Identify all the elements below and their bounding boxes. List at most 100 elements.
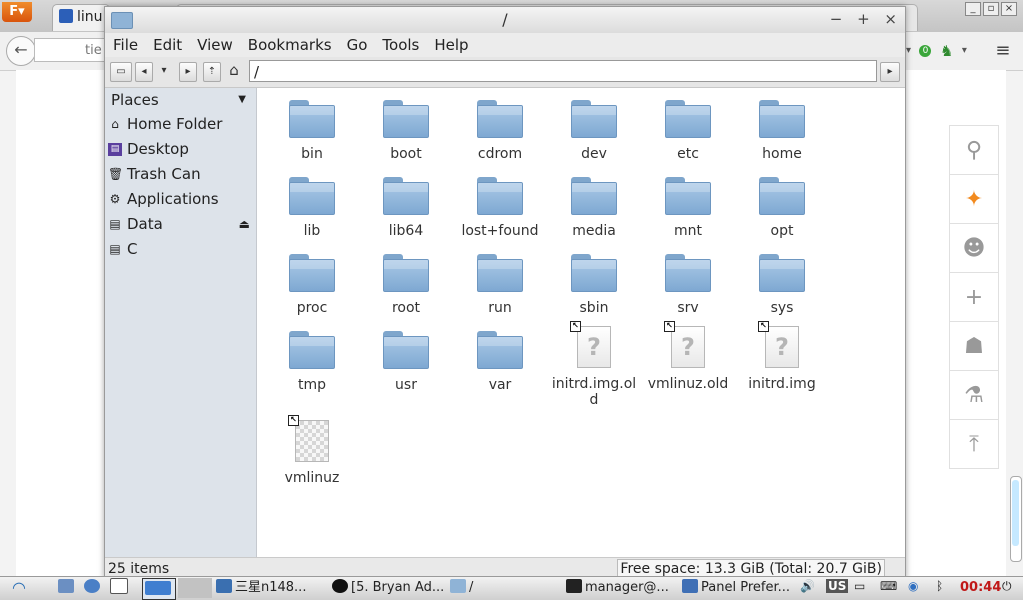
menu-help[interactable]: Help [426, 33, 475, 55]
window-switcher-icon[interactable] [110, 578, 132, 598]
task-file-manager[interactable]: / [450, 578, 560, 598]
hamburger-menu-icon[interactable]: ≡ [995, 40, 1010, 61]
file-item-mnt[interactable]: mnt [641, 177, 735, 239]
sidebar-item-home-folder[interactable]: ⌂ Home Folder [105, 112, 256, 137]
bluetooth-icon[interactable]: ᛒ [936, 579, 943, 593]
sidebar-item-label: Data [127, 215, 163, 233]
file-item-run[interactable]: run [453, 254, 547, 316]
task-bryan[interactable]: [5. Bryan Ad... [332, 578, 444, 598]
file-item-cdrom[interactable]: cdrom [453, 100, 547, 162]
file-item-opt[interactable]: opt [735, 177, 829, 239]
back-arrow-icon[interactable]: ← [6, 36, 36, 66]
location-pin-icon[interactable]: ⚲ [949, 125, 999, 175]
task-samsung[interactable]: 三星n148... [216, 578, 326, 598]
file-item-dev[interactable]: dev [547, 100, 641, 162]
chevron-down-icon[interactable]: ▼ [238, 88, 246, 112]
url-bar[interactable]: tie [34, 38, 114, 62]
file-item-proc[interactable]: proc [265, 254, 359, 316]
file-manager-launcher-icon[interactable] [58, 578, 80, 598]
keyboard-icon[interactable]: ⌨ [880, 579, 897, 593]
file-item-root[interactable]: root [359, 254, 453, 316]
plus-icon[interactable]: + [949, 272, 999, 322]
drive-icon: ▤ [109, 217, 121, 231]
clock[interactable]: 00:44 [960, 578, 1001, 598]
taskbar-blank [178, 578, 212, 598]
file-item-sys[interactable]: sys [735, 254, 829, 316]
file-item-sbin[interactable]: sbin [547, 254, 641, 316]
task-terminal[interactable]: manager@... [566, 578, 676, 598]
history-dropdown-icon[interactable]: ▾ [157, 62, 171, 80]
keyboard-layout-badge[interactable]: US [826, 579, 849, 593]
back-to-top-icon[interactable]: ⤒ [949, 419, 999, 469]
back-icon[interactable]: ◂ [135, 62, 153, 82]
sidebar-item-applications[interactable]: ⚙ Applications [105, 187, 256, 212]
image-file-icon: ↖ [288, 415, 329, 462]
menu-go[interactable]: Go [339, 33, 375, 55]
up-icon[interactable]: ⇡ [203, 62, 221, 82]
browser-launcher-icon[interactable] [84, 578, 106, 598]
addon-counter-icon[interactable]: 0 [919, 44, 932, 57]
power-icon[interactable]: ⏻ [1002, 579, 1012, 594]
page-scrollbar-thumb[interactable] [1012, 480, 1019, 546]
app-icon [332, 579, 348, 593]
volume-icon[interactable]: 🔊 [800, 579, 815, 593]
flask-icon[interactable]: ⚗ [949, 370, 999, 420]
file-item-initrd-img-old[interactable]: ? ↖ initrd.img.old [547, 321, 641, 408]
task-panel-preferences[interactable]: Panel Prefer... [682, 578, 794, 598]
file-item-etc[interactable]: etc [641, 100, 735, 162]
menu-bookmarks[interactable]: Bookmarks [240, 33, 339, 55]
maximize-button[interactable]: + [857, 10, 870, 28]
folder-icon [759, 254, 805, 292]
menu-tools[interactable]: Tools [374, 33, 426, 55]
file-item-home[interactable]: home [735, 100, 829, 162]
dropdown-arrow-icon[interactable]: ▾ [962, 45, 967, 56]
file-item-vmlinuz-old[interactable]: ? ↖ vmlinuz.old [641, 321, 735, 392]
file-item-lib64[interactable]: lib64 [359, 177, 453, 239]
sidebar-item-c[interactable]: ▤ C [105, 237, 256, 262]
bear-face-icon[interactable]: ☻ [949, 223, 999, 273]
file-item-usr[interactable]: usr [359, 331, 453, 393]
browser-minimize-icon[interactable]: _ [965, 2, 981, 16]
file-item-bin[interactable]: bin [265, 100, 359, 162]
show-desktop-icon[interactable] [142, 578, 176, 600]
menu-view[interactable]: View [189, 33, 240, 55]
file-item-var[interactable]: var [453, 331, 547, 393]
user-icon[interactable]: ☗ [949, 321, 999, 371]
file-item-vmlinuz[interactable]: ↖ vmlinuz [265, 415, 359, 486]
menu-file[interactable]: File [105, 33, 145, 55]
browser-close-icon[interactable]: × [1001, 2, 1017, 16]
file-label: bin [301, 146, 323, 162]
battery-icon[interactable]: ▭ [854, 579, 865, 593]
robot-addon-icon[interactable]: ♞ [940, 42, 953, 60]
forward-icon[interactable]: ▸ [179, 62, 197, 82]
network-icon[interactable]: ◉ [908, 579, 918, 593]
home-icon[interactable]: ⌂ [225, 62, 243, 80]
firefox-menu-button[interactable]: F▾ [2, 2, 32, 22]
file-item-media[interactable]: media [547, 177, 641, 239]
browser-restore-icon[interactable]: ▫ [983, 2, 999, 16]
sidebar-item-trash-can[interactable]: 🗑 Trash Can [105, 162, 256, 187]
path-input[interactable]: / [249, 60, 877, 82]
file-item-srv[interactable]: srv [641, 254, 735, 316]
file-item-initrd-img[interactable]: ? ↖ initrd.img [735, 321, 829, 392]
window-titlebar[interactable]: / − + × [105, 7, 905, 33]
file-label: tmp [297, 377, 326, 393]
places-header[interactable]: Places ▼ [105, 88, 256, 112]
new-tab-icon[interactable]: ▭ [110, 62, 132, 82]
close-button[interactable]: × [884, 10, 897, 28]
file-item-boot[interactable]: boot [359, 100, 453, 162]
browser-tab[interactable]: linu [52, 4, 110, 31]
menu-edit[interactable]: Edit [145, 33, 189, 55]
sidebar-item-desktop[interactable]: ▤ Desktop [105, 137, 256, 162]
file-item-tmp[interactable]: tmp [265, 331, 359, 393]
dropdown-arrow-icon[interactable]: ▾ [906, 45, 911, 56]
start-menu-icon[interactable]: ◠ [12, 578, 38, 598]
minimize-button[interactable]: − [830, 10, 843, 28]
file-label: media [572, 223, 616, 239]
go-icon[interactable]: ▸ [880, 62, 900, 82]
magic-wand-icon[interactable]: ✦ [949, 174, 999, 224]
file-item-lost-found[interactable]: lost+found [453, 177, 547, 239]
file-item-lib[interactable]: lib [265, 177, 359, 239]
sidebar-item-data[interactable]: ▤ Data ⏏ [105, 212, 256, 237]
eject-icon[interactable]: ⏏ [239, 212, 250, 237]
